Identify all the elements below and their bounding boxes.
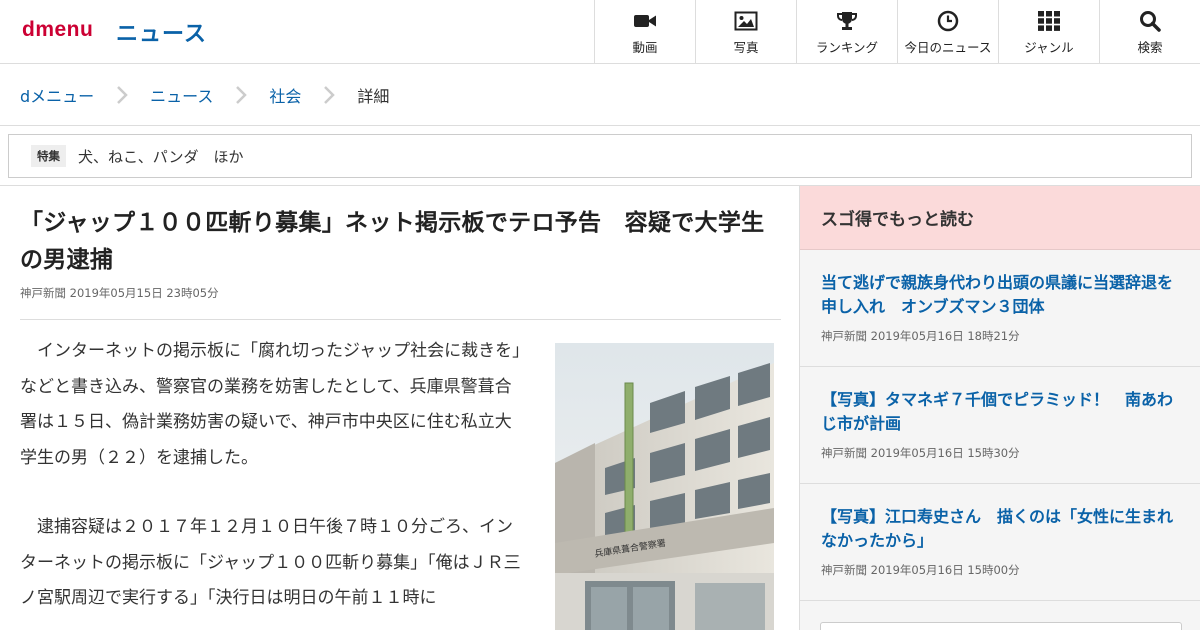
nav-photo[interactable]: 写真 <box>695 0 796 63</box>
article-paragraph: インターネットの掲示板に「腐れ切ったジャップ社会に裁きを」などと書き込み、警察官… <box>20 341 521 468</box>
chevron-right-icon <box>315 85 343 105</box>
feature-bar[interactable]: 特集 犬、ねこ、パンダ ほか <box>8 134 1192 178</box>
sidebar-article-meta: 神戸新聞 2019年05月16日 15時30分 <box>821 445 1180 461</box>
search-icon <box>1138 10 1162 32</box>
sidebar-article-source: 神戸新聞 <box>821 329 867 343</box>
site-header: dmenu ニュース 動画 写真 ランキング 今日のニュース ジャンル 検索 <box>0 0 1200 64</box>
article-title: 「ジャップ１００匹斬り募集」ネット掲示板でテロ予告 容疑で大学生の男逮捕 <box>20 210 765 273</box>
sidebar-article-date: 2019年05月16日 <box>870 446 964 460</box>
sidebar-article-date: 2019年05月16日 <box>870 329 964 343</box>
breadcrumb-news[interactable]: ニュース <box>150 83 213 107</box>
photo-icon <box>734 10 758 32</box>
breadcrumb: dメニュー ニュース 社会 詳細 <box>0 64 1200 126</box>
article-photo[interactable]: 兵庫県葺合警察署 <box>555 343 774 630</box>
chevron-right-icon <box>108 85 136 105</box>
feature-text[interactable]: 犬、ねこ、パンダ ほか <box>78 146 243 167</box>
sidebar-article-title[interactable]: 【写真】タマネギ７千個でピラミッド！ 南あわじ市が計画 <box>821 388 1180 436</box>
video-camera-icon <box>633 10 657 32</box>
header-nav: 動画 写真 ランキング 今日のニュース ジャンル 検索 <box>594 0 1200 63</box>
nav-label: 動画 <box>632 40 658 55</box>
nav-label: 写真 <box>733 40 759 55</box>
breadcrumb-society[interactable]: 社会 <box>269 83 301 107</box>
chevron-right-icon <box>227 85 255 105</box>
feature-badge: 特集 <box>31 145 66 167</box>
sidebar-article[interactable]: 【写真】タマネギ７千個でピラミッド！ 南あわじ市が計画 神戸新聞 2019年05… <box>800 367 1200 484</box>
breadcrumb-dmenu[interactable]: dメニュー <box>20 83 94 107</box>
nav-genre[interactable]: ジャンル <box>998 0 1099 63</box>
sidebar-article-time: 15時30分 <box>967 446 1020 460</box>
sidebar-article-title[interactable]: 当て逃げで親族身代わり出頭の県議に当選辞退を申し入れ オンブズマン３団体 <box>821 271 1180 319</box>
sidebar-heading: スゴ得でもっと読む <box>800 186 1200 250</box>
sidebar-article[interactable]: 【写真】江口寿史さん 描くのは「女性に生まれなかったから」 神戸新聞 2019年… <box>800 484 1200 601</box>
article-text: インターネットの掲示板に「腐れ切ったジャップ社会に裁きを」などと書き込み、警察官… <box>20 334 526 617</box>
dmenu-logo[interactable]: dmenu <box>22 18 93 42</box>
article-date: 2019年05月15日 <box>69 286 163 300</box>
sidebar: スゴ得でもっと読む 当て逃げで親族身代わり出頭の県議に当選辞退を申し入れ オンブ… <box>799 186 1200 630</box>
clock-icon <box>936 10 960 32</box>
sidebar-article-time: 15時00分 <box>967 563 1020 577</box>
section-title[interactable]: ニュース <box>116 16 207 48</box>
article-paragraph: 逮捕容疑は２０１７年１２月１０日午後７時１０分ごろ、インターネットの掲示板に「ジ… <box>20 517 521 608</box>
nav-video[interactable]: 動画 <box>594 0 695 63</box>
nav-label: 検索 <box>1137 40 1163 55</box>
sidebar-article[interactable]: 当て逃げで親族身代わり出頭の県議に当選辞退を申し入れ オンブズマン３団体 神戸新… <box>800 250 1200 367</box>
article-body: 兵庫県葺合警察署 インターネットの掲示板に「腐れ切ったジャップ社会に裁きを」など… <box>20 334 781 630</box>
sidebar-article-source: 神戸新聞 <box>821 446 867 460</box>
sidebar-article-time: 18時21分 <box>967 329 1020 343</box>
sidebar-article-title[interactable]: 【写真】江口寿史さん 描くのは「女性に生まれなかったから」 <box>821 505 1180 553</box>
article-source: 神戸新聞 <box>20 286 66 300</box>
grid-icon <box>1037 10 1061 32</box>
nav-label: ランキング <box>815 40 879 55</box>
article-time: 23時05分 <box>166 286 219 300</box>
nav-search[interactable]: 検索 <box>1099 0 1200 63</box>
article-meta: 神戸新聞 2019年05月15日 23時05分 <box>20 285 781 301</box>
sidebar-article-meta: 神戸新聞 2019年05月16日 18時21分 <box>821 328 1180 344</box>
nav-today-news[interactable]: 今日のニュース <box>897 0 998 63</box>
sidebar-article-meta: 神戸新聞 2019年05月16日 15時00分 <box>821 562 1180 578</box>
sidebar-more-box[interactable] <box>820 622 1182 630</box>
nav-label: ジャンル <box>1024 40 1074 55</box>
breadcrumb-detail: 詳細 <box>357 86 390 106</box>
trophy-icon <box>835 10 859 32</box>
nav-label: 今日のニュース <box>904 40 992 55</box>
article-divider <box>20 319 781 320</box>
sidebar-article-date: 2019年05月16日 <box>870 563 964 577</box>
article: 「ジャップ１００匹斬り募集」ネット掲示板でテロ予告 容疑で大学生の男逮捕 神戸新… <box>20 186 781 630</box>
nav-ranking[interactable]: ランキング <box>796 0 897 63</box>
sidebar-article-source: 神戸新聞 <box>821 563 867 577</box>
